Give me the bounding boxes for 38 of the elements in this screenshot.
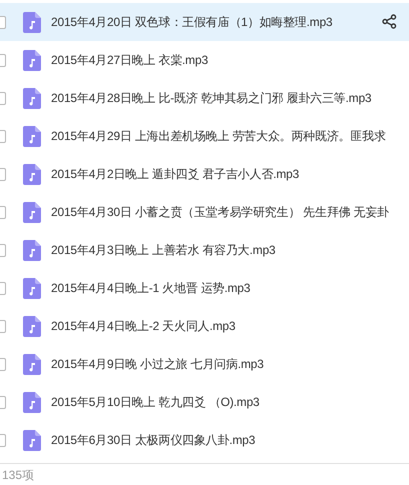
file-row[interactable]: 2015年4月2日晚上 遁卦四爻 君子吉小人否.mp3: [0, 155, 409, 193]
audio-file-icon: [23, 50, 41, 70]
file-row[interactable]: 2015年4月3日晚上 上善若水 有容乃大.mp3: [0, 231, 409, 269]
file-row[interactable]: 2015年4月27日晚上 衣棠.mp3: [0, 41, 409, 79]
audio-file-icon: [23, 126, 41, 146]
file-row[interactable]: 2015年4月20日 双色球：王假有庙（1）如晦整理.mp3: [0, 3, 409, 41]
item-count: 135项: [2, 466, 34, 484]
file-name[interactable]: 2015年4月30日 小蓄之贲（玉堂考易学研究生） 先生拜佛 无妄卦: [51, 204, 389, 220]
file-row[interactable]: 2015年5月10日晚上 乾九四爻 （O).mp3: [0, 383, 409, 421]
file-name[interactable]: 2015年4月4日晚上-1 火地晋 运势.mp3: [51, 280, 250, 296]
file-row[interactable]: 2015年4月9日晚 小过之旅 七月问病.mp3: [0, 345, 409, 383]
audio-file-icon: [23, 316, 41, 336]
audio-file-icon: [23, 202, 41, 222]
audio-file-icon: [23, 240, 41, 260]
file-name[interactable]: 2015年4月20日 双色球：王假有庙（1）如晦整理.mp3: [51, 14, 332, 30]
audio-file-icon: [23, 354, 41, 374]
file-row[interactable]: 2015年4月30日 小蓄之贲（玉堂考易学研究生） 先生拜佛 无妄卦: [0, 193, 409, 231]
file-name[interactable]: 2015年4月9日晚 小过之旅 七月问病.mp3: [51, 356, 264, 372]
audio-file-icon: [23, 164, 41, 184]
file-name[interactable]: 2015年4月27日晚上 衣棠.mp3: [51, 52, 208, 68]
share-icon[interactable]: [382, 14, 397, 29]
file-row[interactable]: 2015年4月29日 上海出差机场晚上 劳苦大众。两种既济。匪我求: [0, 117, 409, 155]
file-row[interactable]: 2015年4月4日晚上-2 天火同人.mp3: [0, 307, 409, 345]
file-name[interactable]: 2015年4月28日晚上 比-既济 乾坤其易之门邪 履卦六三等.mp3: [51, 90, 372, 106]
file-name[interactable]: 2015年4月2日晚上 遁卦四爻 君子吉小人否.mp3: [51, 166, 299, 182]
audio-file-icon: [23, 392, 41, 412]
file-row[interactable]: 2015年4月28日晚上 比-既济 乾坤其易之门邪 履卦六三等.mp3: [0, 79, 409, 117]
audio-file-icon: [23, 88, 41, 108]
audio-file-icon: [23, 12, 41, 32]
audio-file-icon: [23, 278, 41, 298]
file-name[interactable]: 2015年5月10日晚上 乾九四爻 （O).mp3: [51, 394, 260, 410]
file-name[interactable]: 2015年4月3日晚上 上善若水 有容乃大.mp3: [51, 242, 276, 258]
file-row[interactable]: 2015年4月4日晚上-1 火地晋 运势.mp3: [0, 269, 409, 307]
file-name[interactable]: 2015年4月29日 上海出差机场晚上 劳苦大众。两种既济。匪我求: [51, 128, 386, 144]
file-row[interactable]: 2015年6月30日 太极两仪四象八卦.mp3: [0, 421, 409, 459]
file-name[interactable]: 2015年6月30日 太极两仪四象八卦.mp3: [51, 432, 256, 448]
file-name[interactable]: 2015年4月4日晚上-2 天火同人.mp3: [51, 318, 236, 334]
audio-file-icon: [23, 430, 41, 450]
